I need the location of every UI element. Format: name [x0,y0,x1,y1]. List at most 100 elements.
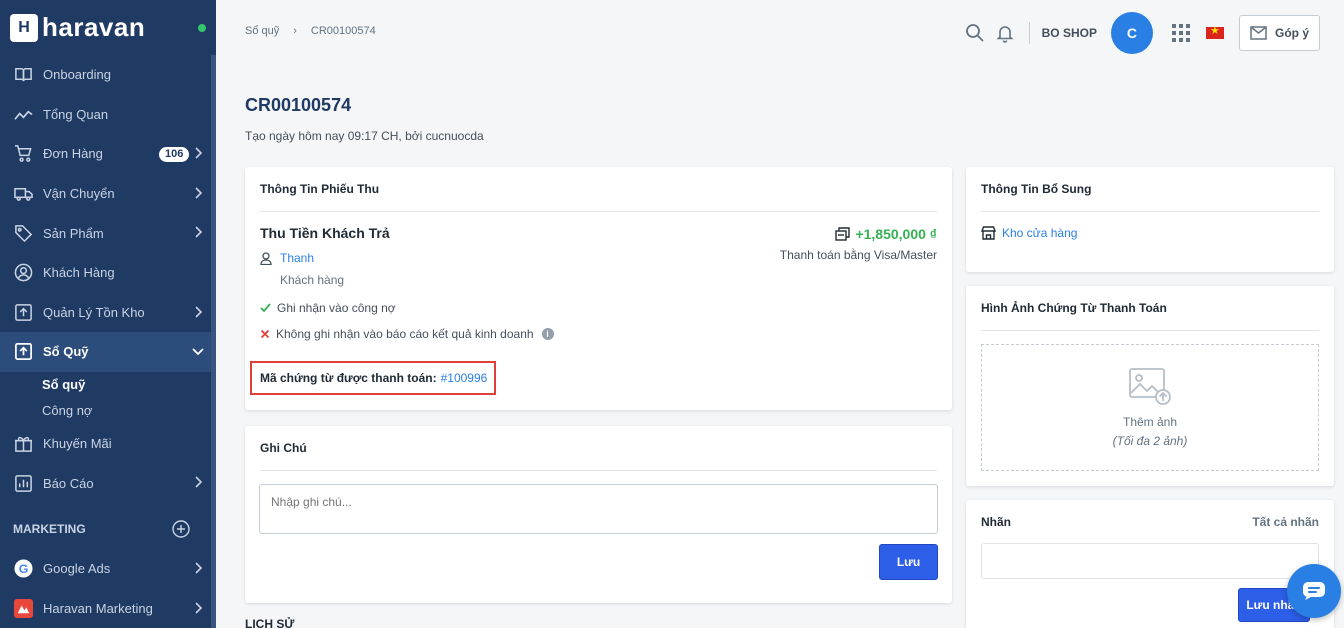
image-upload-icon [1129,368,1171,405]
chevron-right-icon [195,226,203,238]
all-tags-link[interactable]: Tất cả nhãn [1252,515,1319,529]
page-subtitle: Tạo ngày hôm nay 09:17 CH, bởi cucnuocda [245,129,484,143]
chevron-right-icon [195,305,203,318]
sidebar-subitem-debt[interactable]: Công nợ [0,398,216,424]
brand-name: haravan [42,12,146,42]
sidebar-item-orders[interactable]: Đơn Hàng 106 [0,134,216,174]
sidebar-item-label: Khuyến Mãi [43,436,112,452]
breadcrumb: Sổ quỹ › CR00100574 [245,25,376,37]
feedback-button[interactable]: Góp ý [1238,15,1320,51]
sidebar-subitem-cashbook[interactable]: Sổ quỹ [0,372,216,398]
chevron-right-icon [195,562,203,574]
card-title: Thông Tin Bổ Sung [981,167,1319,212]
google-icon: G [13,559,33,579]
sidebar-scrollbar[interactable] [211,55,216,628]
chart-icon [13,473,33,493]
cashbook-icon [13,342,33,362]
chevron-right-icon [195,476,203,488]
avatar[interactable]: C [1110,12,1153,54]
sidebar-item-label: Haravan Marketing [43,600,153,616]
card-title: Ghi Chú [260,426,937,471]
store-link[interactable]: Kho cửa hàng [981,226,1077,240]
sidebar-item-label: Báo Cáo [43,475,94,491]
sidebar-item-products[interactable]: Sản Phẩm [0,213,216,253]
card-title: Hình Ảnh Chứng Từ Thanh Toán [981,286,1319,331]
payment-image-card: Hình Ảnh Chứng Từ Thanh Toán Thêm ảnh (T… [966,286,1334,486]
note-input[interactable] [259,484,938,534]
chat-icon [1303,582,1325,600]
image-upload-dropzone[interactable]: Thêm ảnh (Tối đa 2 ảnh) [981,344,1319,471]
online-status-dot [198,24,206,32]
tags-title: Nhãn [981,515,1011,529]
tag-icon [13,223,33,243]
page-title: CR00100574 [245,95,352,115]
topbar-actions: BO SHOP C Góp ý [955,12,1320,54]
sidebar-item-haravan-marketing[interactable]: Haravan Marketing [0,589,216,628]
truck-icon [13,184,33,204]
inventory-icon [13,302,33,322]
chevron-right-icon [195,601,203,614]
sidebar-item-label: Google Ads [43,561,111,577]
sidebar-item-reports[interactable]: Báo Cáo [0,463,216,503]
brand-logo[interactable]: H haravan [0,0,216,55]
marketing-section-label: MARKETING [0,509,216,549]
chevron-right-icon [195,187,203,199]
breadcrumb-separator: › [293,25,297,37]
sidebar-item-label: Onboarding [43,67,111,83]
extra-info-card: Thông Tin Bổ Sung Kho cửa hàng [966,167,1334,272]
info-icon[interactable]: i [541,328,554,340]
breadcrumb-current: CR00100574 [310,25,376,37]
sidebar-item-label: Sản Phẩm [43,225,104,241]
sidebar-item-customers[interactable]: Khách Hàng [0,253,216,293]
chevron-right-icon [195,147,203,159]
trend-icon [13,104,33,124]
note-card: Ghi Chú Lưu [245,426,952,603]
apps-grid-icon[interactable] [1171,24,1190,42]
topbar-divider [1028,22,1030,44]
breadcrumb-link-cashbook[interactable]: Sổ quỹ [245,25,279,37]
shop-name[interactable]: BO SHOP [1042,26,1097,40]
cash-icon [835,227,851,241]
sidebar-item-label: Đơn Hàng [43,146,103,162]
sidebar-item-google-ads[interactable]: G Google Ads [0,549,216,589]
doc-ref-highlight: Mã chứng từ được thanh toán: #100996 [250,361,496,395]
feedback-label: Góp ý [1274,26,1309,40]
cart-icon [13,144,33,164]
chevron-down-icon [192,348,204,356]
sidebar-item-label: Vận Chuyển [43,186,115,202]
add-circle-icon[interactable] [172,520,190,538]
sidebar-item-label: Khách Hàng [43,265,115,281]
tags-input[interactable] [981,543,1319,579]
sidebar-item-label: Tổng Quan [43,106,109,122]
chat-support-button[interactable] [1287,564,1341,618]
bell-icon[interactable] [995,23,1015,43]
receipt-type: Thu Tiền Khách Trả [260,225,390,241]
customer-link[interactable]: Thanh [260,251,314,265]
sidebar-item-onboarding[interactable]: Onboarding [0,55,216,95]
save-note-button[interactable]: Lưu [879,544,938,580]
receipt-amount: +1,850,000 ₫ [835,226,937,242]
customer-role: Khách hàng [280,273,345,287]
sidebar-item-overview[interactable]: Tổng Quan [0,95,216,135]
card-title: Thông Tin Phiếu Thu [260,167,937,212]
search-icon[interactable] [965,23,985,43]
doc-ref-link[interactable]: #100996 [441,371,488,385]
doc-ref-label: Mã chứng từ được thanh toán: [260,371,437,385]
haravan-logo-icon: H [10,13,38,42]
sidebar-item-inventory[interactable]: Quản Lý Tồn Kho [0,293,216,333]
image-limit-hint: (Tối đa 2 ảnh) [1112,434,1188,448]
gift-icon [13,434,33,454]
add-image-label: Thêm ảnh [1122,415,1178,429]
sidebar-item-promotions[interactable]: Khuyến Mãi [0,424,216,464]
book-icon [13,65,33,85]
receipt-info-card: Thông Tin Phiếu Thu Thu Tiền Khách Trả +… [245,167,952,410]
payment-method: Thanh toán bằng Visa/Master [779,248,937,262]
sidebar-item-cashbook[interactable]: Sổ Quỹ [0,332,216,372]
haravan-marketing-icon [13,598,33,618]
cross-icon [260,329,270,339]
tags-card: Nhãn Tất cả nhãn Lưu nhãn [966,500,1334,628]
store-icon [981,226,996,240]
debt-record-status: Ghi nhận vào công nợ [260,301,396,315]
vietnam-flag-icon[interactable] [1205,24,1224,39]
sidebar-item-shipping[interactable]: Vận Chuyển [0,174,216,214]
